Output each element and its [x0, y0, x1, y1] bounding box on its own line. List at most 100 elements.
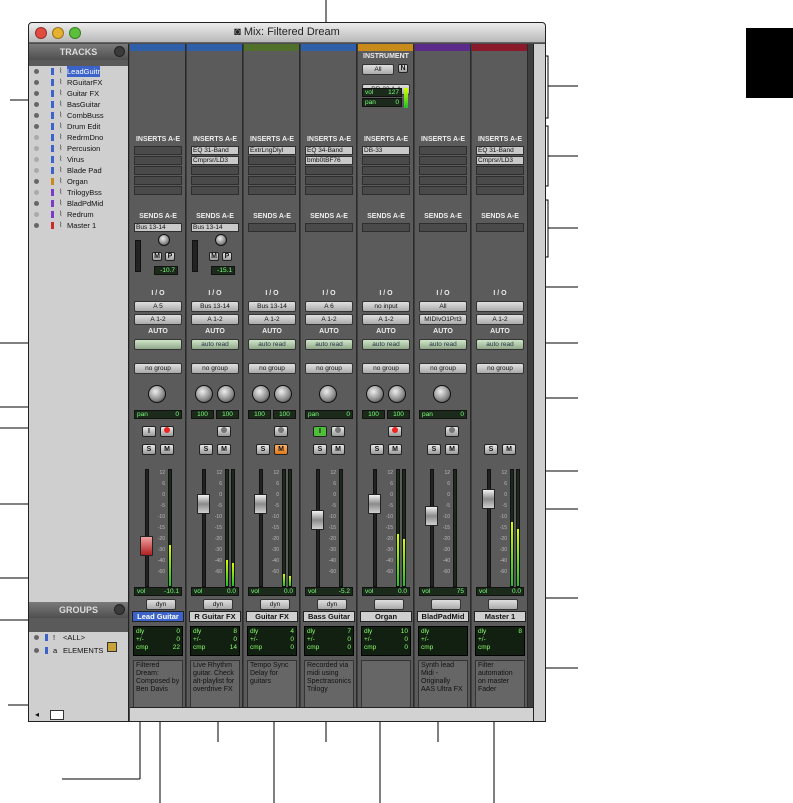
dyn-button[interactable]: dyn: [203, 599, 233, 610]
group-selector[interactable]: no group: [191, 363, 239, 374]
group-dot[interactable]: [34, 648, 39, 653]
pan-knob[interactable]: [433, 385, 451, 403]
track-name-button[interactable]: Guitar FX: [246, 611, 298, 622]
record-enable-button[interactable]: [274, 426, 288, 437]
track-name[interactable]: Percusion: [67, 143, 100, 154]
tracks-menu-button[interactable]: [114, 46, 125, 57]
output-selector[interactable]: A 1-2: [248, 314, 296, 325]
solo-button[interactable]: S: [142, 444, 156, 455]
insert-slot[interactable]: [362, 156, 410, 165]
track-list-item[interactable]: ⌇ CombBuss: [29, 110, 128, 121]
input-selector[interactable]: Bus 13-14: [248, 301, 296, 312]
pan-knob-left[interactable]: [252, 385, 270, 403]
insert-slot[interactable]: [248, 156, 296, 165]
narrow-mix-icon[interactable]: ◂: [35, 710, 45, 720]
insert-slot[interactable]: [419, 146, 467, 155]
send-pan-knob[interactable]: [158, 234, 170, 246]
send-fader[interactable]: [192, 240, 198, 272]
track-comment[interactable]: Live Rhythm guitar. Check alt-playlist f…: [190, 660, 240, 708]
pan-knob-right[interactable]: [217, 385, 235, 403]
mute-button[interactable]: M: [502, 444, 516, 455]
insert-slot[interactable]: [134, 186, 182, 195]
track-list-item[interactable]: ⌇ Guitar FX: [29, 88, 128, 99]
track-list-item[interactable]: ⌇ Virus: [29, 154, 128, 165]
mute-button[interactable]: M: [388, 444, 402, 455]
show-hide-dot[interactable]: [34, 146, 39, 151]
input-selector[interactable]: A 6: [305, 301, 353, 312]
send-mute-button[interactable]: M: [152, 252, 162, 261]
group-selector[interactable]: no group: [362, 363, 410, 374]
show-hide-dot[interactable]: [34, 212, 39, 217]
insert-slot[interactable]: Cmprsr/LD3: [476, 156, 524, 165]
show-hide-dot[interactable]: [34, 190, 39, 195]
mixer-size-icon[interactable]: [50, 710, 64, 720]
track-list-item[interactable]: ⌇ Drum Edit: [29, 121, 128, 132]
track-name[interactable]: RGuitarFX: [67, 77, 102, 88]
instrument-input-selector[interactable]: All: [362, 64, 394, 75]
insert-slot[interactable]: [191, 176, 239, 185]
track-name-button[interactable]: Organ: [360, 611, 412, 622]
insert-slot[interactable]: EQ 34-Band: [305, 146, 353, 155]
insert-slot[interactable]: [476, 186, 524, 195]
dyn-button[interactable]: dyn: [317, 599, 347, 610]
track-name[interactable]: Master 1: [67, 220, 96, 231]
group-selector[interactable]: no group: [248, 363, 296, 374]
group-name[interactable]: <ALL>: [63, 632, 85, 643]
solo-button[interactable]: S: [313, 444, 327, 455]
show-hide-dot[interactable]: [34, 113, 39, 118]
output-selector[interactable]: A 1-2: [362, 314, 410, 325]
track-list-item[interactable]: ⌇ BladPdMid: [29, 198, 128, 209]
show-hide-dot[interactable]: [34, 223, 39, 228]
mute-button[interactable]: M: [445, 444, 459, 455]
mute-button[interactable]: M: [274, 444, 288, 455]
track-name[interactable]: RedrmDno: [67, 132, 103, 143]
vertical-scrollbar[interactable]: [533, 44, 545, 721]
insert-slot[interactable]: [362, 166, 410, 175]
show-hide-dot[interactable]: [34, 124, 39, 129]
track-comment[interactable]: Tempo Sync Delay for guitars: [247, 660, 297, 708]
track-name[interactable]: CombBuss: [67, 110, 104, 121]
input-selector[interactable]: no input: [362, 301, 410, 312]
show-hide-dot[interactable]: [34, 201, 39, 206]
insert-slot[interactable]: [305, 176, 353, 185]
track-comment[interactable]: [361, 660, 411, 708]
send-fader[interactable]: [135, 240, 141, 272]
output-selector[interactable]: A 1-2: [305, 314, 353, 325]
send-slot[interactable]: [419, 223, 467, 232]
volume-fader[interactable]: [482, 488, 495, 509]
input-monitor-button[interactable]: I: [142, 426, 156, 437]
insert-slot[interactable]: [134, 156, 182, 165]
track-comment[interactable]: Synth lead Midi - Originally AAS Ultra F…: [418, 660, 468, 708]
automation-mode-selector[interactable]: auto read: [362, 339, 410, 350]
mute-button[interactable]: M: [217, 444, 231, 455]
track-name-button[interactable]: Bass Guitar: [303, 611, 355, 622]
show-hide-dot[interactable]: [34, 135, 39, 140]
track-comment[interactable]: Recorded via midi using Spectrasonics Tr…: [304, 660, 354, 708]
volume-fader[interactable]: [311, 510, 324, 531]
automation-mode-selector[interactable]: auto read: [305, 339, 353, 350]
insert-slot[interactable]: EQ 31-Band: [476, 146, 524, 155]
record-enable-button[interactable]: [445, 426, 459, 437]
dyn-button[interactable]: dyn: [260, 599, 290, 610]
insert-slot[interactable]: [248, 186, 296, 195]
send-pan-knob[interactable]: [215, 234, 227, 246]
solo-button[interactable]: S: [427, 444, 441, 455]
mute-button[interactable]: M: [160, 444, 174, 455]
insert-slot[interactable]: [362, 186, 410, 195]
record-enable-button[interactable]: [388, 426, 402, 437]
track-comment[interactable]: Filter automation on master Fader: [475, 660, 525, 708]
solo-button[interactable]: S: [370, 444, 384, 455]
record-enable-button[interactable]: [331, 426, 345, 437]
send-mute-button[interactable]: M: [209, 252, 219, 261]
insert-slot[interactable]: [305, 186, 353, 195]
automation-mode-selector[interactable]: [134, 339, 182, 350]
track-name-button[interactable]: BladPadMid: [417, 611, 469, 622]
send-slot[interactable]: Bus 13-14: [134, 223, 182, 232]
insert-slot[interactable]: [134, 146, 182, 155]
output-selector[interactable]: A 1-2: [191, 314, 239, 325]
input-selector[interactable]: [476, 301, 524, 312]
track-name-button[interactable]: Master 1: [474, 611, 526, 622]
output-selector[interactable]: A 1-2: [476, 314, 524, 325]
insert-slot[interactable]: bmb0tBF76: [305, 156, 353, 165]
track-name[interactable]: BladPdMid: [67, 198, 103, 209]
